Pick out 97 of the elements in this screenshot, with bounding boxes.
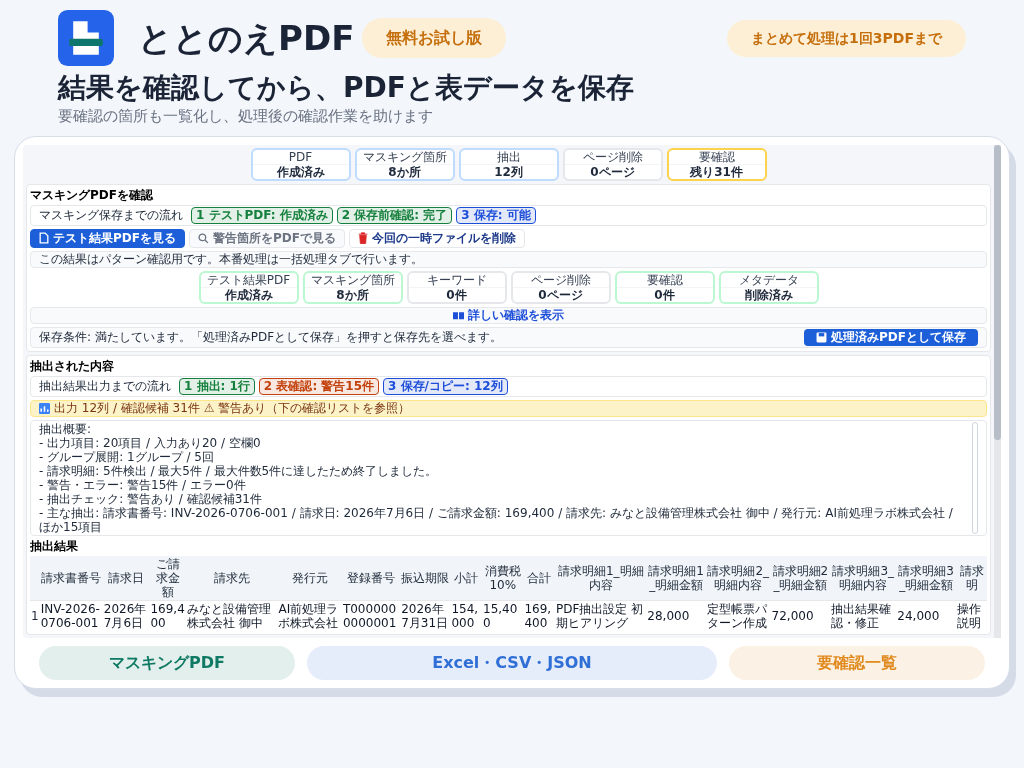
stat-value: 作成済み [223,287,274,302]
summary-line: 抽出概要: [39,421,93,436]
section-title: 抽出された内容 [30,358,115,373]
trash-icon [357,232,368,244]
flow-step: 1 抽出: 1行 [179,377,255,395]
book-icon [453,310,464,320]
table-cell-text: 2026年7月31日 [400,600,450,631]
column-header: 合計 [523,555,556,600]
flow-label: マスキング保存までの流れ [39,207,183,223]
column-header: 小計 [450,555,482,600]
stat-value: 0件 [445,287,468,302]
stat-label: PDF [252,149,349,165]
summary-line: - 出力項目: 20項目 / 入力あり20 / 空欄0 [39,435,262,450]
column-header: 振込期限 [400,555,451,600]
stat-value: 0ページ [589,164,636,179]
note-text: この結果はパターン確認用です。本番処理は一括処理タブで行います。 [30,250,987,268]
summary-line: - 警告・エラー: 警告15件 / エラー0件 [39,477,247,492]
stat-label: ページ削除 [564,149,661,165]
table-cell: みなと設備管理株式会社 御中 [185,600,278,631]
document-icon [39,232,49,244]
stat-label: マスキング箇所 [356,149,453,165]
column-header: ご請求金額 [149,555,186,600]
action-button[interactable]: 今回の一時ファイルを削除 [348,228,525,248]
flow-step: 3 保存: 可能 [456,206,536,224]
stat-value: 残り31件 [688,164,744,179]
summary-line: - 抽出チェック: 警告あり / 確認候補31件 [39,491,263,506]
column-header: 請求明細1_明細内容 [555,555,647,600]
table-cell: 72,000 [770,600,831,631]
column-header: 請求明細3_明細金額 [896,555,956,600]
stat-label: 要確認 [668,149,765,165]
column-header: 請求明細2_明細金額 [770,555,831,600]
app-title: ととのえPDF [138,21,355,55]
subheadline: 要確認の箇所も一覧化し、処理後の確認作業を助けます [58,106,434,127]
table-cell: 2026年7月6日 [102,600,150,631]
table-cell: 定型帳票パターン作成 [706,600,771,631]
stat-label: テスト結果PDF [200,272,297,288]
flow-label: 抽出結果出力までの流れ [39,378,171,394]
column-header: 消費税10% [482,555,524,600]
column-header: 請求明細2_明細内容 [706,555,771,600]
plan-badge: まとめて処理は1回3PDFまで [727,19,966,57]
column-header: 請求明細1_明細金額 [646,555,707,600]
feature-pill: Excel・CSV・JSON [307,645,717,680]
table-title: 抽出結果 [30,538,79,553]
stat-value: 0ページ [537,287,584,302]
table-cell: 24,000 [896,600,956,631]
table-cell: T0000000000001 [341,600,401,631]
save-icon [816,331,828,343]
app-logo-icon [58,10,114,66]
action-button[interactable]: テスト結果PDFを見る [30,228,185,248]
search-icon [197,232,209,244]
table-cell: 169,400 [523,600,556,631]
summary-line: - グループ展開: 1グループ / 5回 [39,449,215,464]
table-cell: 抽出結果確認・修正 [830,600,897,631]
stat-label: 抽出 [460,149,557,165]
stat-value: 12列 [493,164,524,179]
flow-step: 3 保存/コピー: 12列 [383,377,508,395]
column-header: 登録番号 [341,555,401,600]
column-header: 請求日 [102,555,150,600]
stat-label: メタデータ [720,272,817,288]
stat-value: 作成済み [275,164,326,179]
table-cell: INV-2026-0706-001 [39,600,103,631]
stat-value: 削除済み [743,287,794,302]
table-cell: 28,000 [646,600,707,631]
table-cell: 169,400 [149,600,186,631]
save-button[interactable]: 処理済みPDFとして保存 [804,328,978,346]
stat-value: 0件 [653,287,676,302]
column-header: 請求先 [185,555,278,600]
stat-label: マスキング箇所 [304,272,401,288]
summary-line: - 請求明細: 5件検出 / 最大5件 / 最大件数5件に達したため終了しました。 [39,463,439,478]
save-condition-text: 保存条件: 満たしています。「処理済みPDFとして保存」を押すと保存先を選べます。 [39,329,503,345]
stat-value: 8か所 [387,164,422,179]
feature-pill: 要確認一覧 [728,645,985,680]
chart-icon [39,402,50,414]
column-header: 請求明細3_明細内容 [830,555,897,600]
table-cell: PDF抽出設定 初期ヒアリング [555,600,647,631]
flow-step: 2 保存前確認: 完了 [336,206,453,224]
summary-line: - 主な抽出: 請求書番号: INV-2026-0706-001 / 請求日: 2026年7月6日 / ご請求金額: 169,400 / 請求先: みなと設備管理株式会社 御中 / 発行元: AI前処理ラボ株式会社 / ほか15項目 [39,505,954,534]
stat-label: 要確認 [616,272,713,288]
warning-text: 出力 12列 / 確認候補 31件 ⚠ 警告あり（下の確認リストを参照） [54,400,411,416]
plan-badge: 無料お試し版 [362,18,507,58]
section-title: マスキングPDFを確認 [30,187,154,202]
stat-label: キーワード [408,272,505,288]
stat-label: ページ削除 [512,272,609,288]
flow-step: 2 表確認: 警告15件 [258,377,380,395]
details-link[interactable]: 詳しい確認を表示 [30,306,987,324]
flow-step: 1 テストPDF: 作成済み [191,206,333,224]
table-cell: 操作説明 [956,600,987,631]
column-header: 請求明 [956,555,987,600]
column-header: 発行元 [277,555,342,600]
row-number: 1 [30,600,40,631]
table-cell: 15,400 [482,600,524,631]
column-header: 請求書番号 [39,555,103,600]
table-cell: 154,000 [450,600,482,631]
stat-value: 8か所 [335,287,370,302]
table-cell: AI前処理ラボ株式会社 [277,600,342,631]
headline: 結果を確認してから、PDFと表データを保存 [58,70,635,105]
feature-pill: マスキングPDF [39,645,296,680]
